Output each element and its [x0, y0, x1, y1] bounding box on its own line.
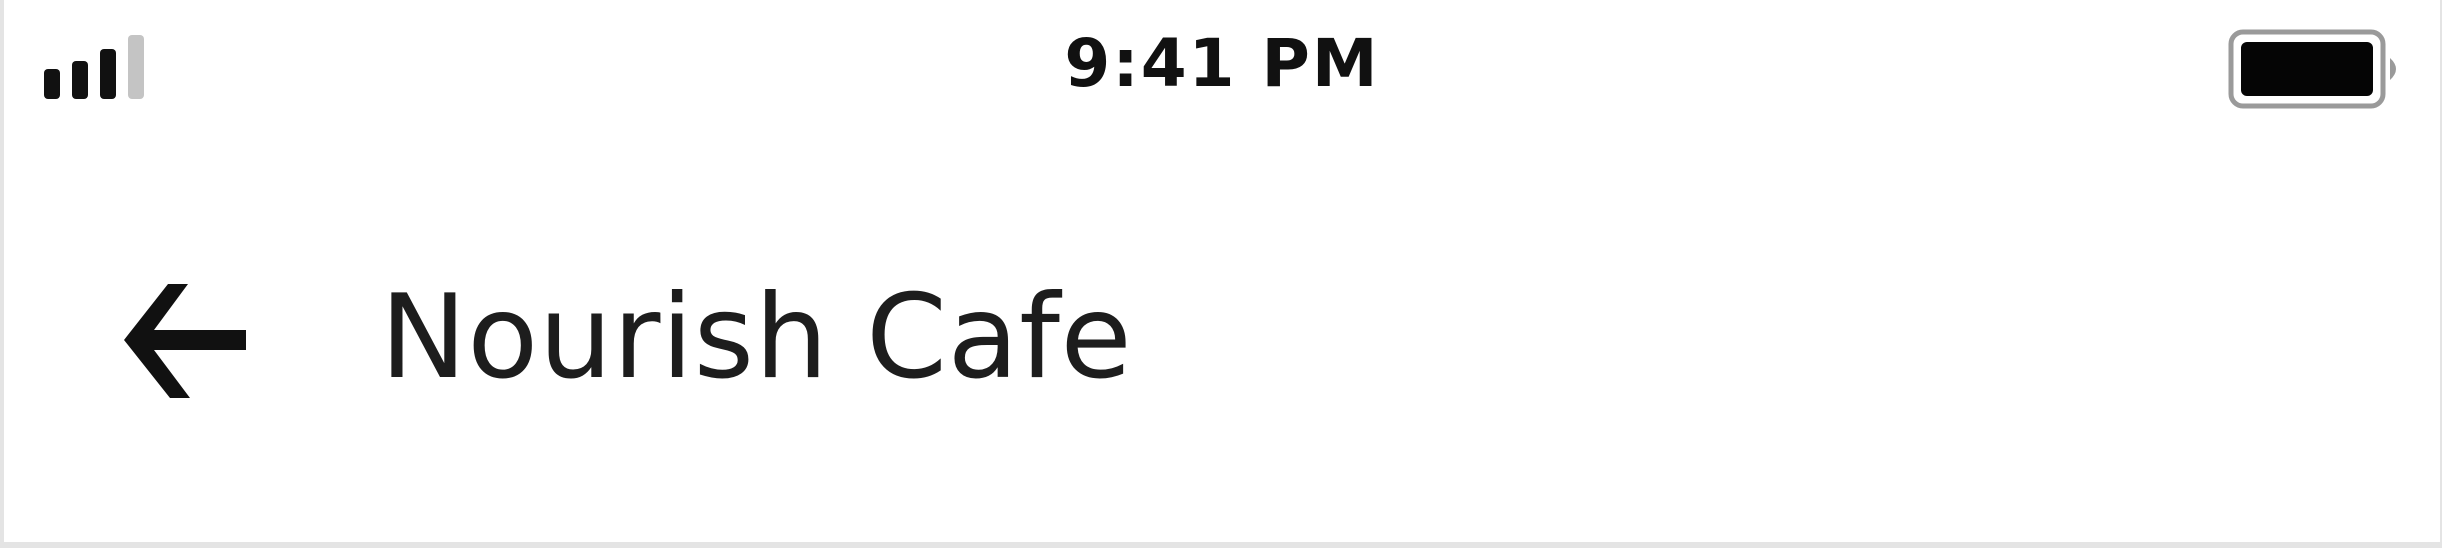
status-time: 9:41 PM: [1064, 25, 1380, 102]
app-screen: 9:41 PM Nourish Cafe: [4, 0, 2440, 542]
navigation-header: Nourish Cafe: [4, 230, 2440, 430]
page-title: Nourish Cafe: [380, 270, 1133, 405]
arrow-left-icon: [124, 284, 246, 398]
back-button[interactable]: [106, 272, 276, 412]
battery-icon: [2228, 28, 2396, 112]
status-bar: 9:41 PM: [4, 0, 2440, 140]
